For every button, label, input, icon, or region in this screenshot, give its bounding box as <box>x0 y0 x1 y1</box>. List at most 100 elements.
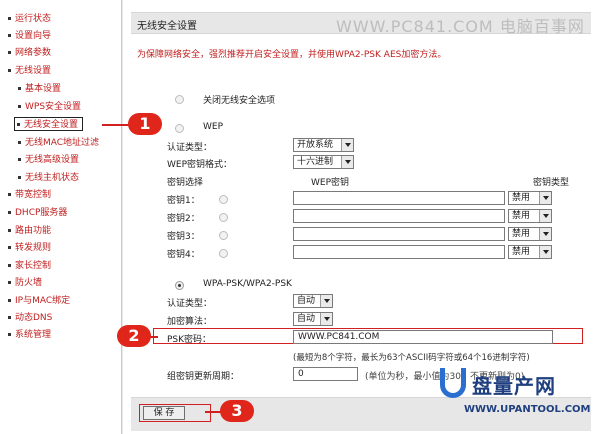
group-key-value: 0 <box>298 369 304 379</box>
sidebar-item-label: DHCP服务器 <box>15 208 68 218</box>
sidebar-item-routing[interactable]: 路由功能 <box>8 224 51 238</box>
watermark-en: WWW.UPANTOOL.COM <box>464 404 591 415</box>
key2-label: 密钥2： <box>167 214 200 224</box>
select-value: 自动 <box>297 296 316 306</box>
group-key-label: 组密钥更新周期： <box>167 372 240 382</box>
wep-radio[interactable] <box>175 124 184 133</box>
sidebar-item-label: WPS安全设置 <box>25 102 82 112</box>
chevron-down-icon <box>341 156 353 168</box>
key3-input[interactable] <box>293 227 505 241</box>
key1-input[interactable] <box>293 191 505 205</box>
key4-radio[interactable] <box>219 249 228 258</box>
sidebar-item-bandwidth[interactable]: 带宽控制 <box>8 188 51 202</box>
sidebar-item-label: 无线MAC地址过滤 <box>25 138 100 148</box>
sidebar-item-wireless[interactable]: 无线设置 <box>8 64 51 78</box>
key4-label: 密钥4： <box>167 250 200 260</box>
chevron-down-icon <box>320 313 332 325</box>
sidebar-item-parental[interactable]: 家长控制 <box>8 259 51 273</box>
sidebar-item-wireless-security[interactable]: 无线安全设置 <box>14 117 84 131</box>
sidebar-item-label: 防火墙 <box>15 278 43 288</box>
sidebar-item-status[interactable]: 运行状态 <box>8 12 51 26</box>
encrypt-algo-select[interactable]: 自动 <box>293 312 333 326</box>
sidebar-item-label: 转发规则 <box>15 243 52 253</box>
save-button[interactable]: 保 存 <box>143 406 185 420</box>
chevron-down-icon <box>539 210 551 222</box>
bullet-icon <box>8 69 11 72</box>
sidebar-item-label: 无线高级设置 <box>25 155 80 165</box>
bullet-icon <box>18 105 21 108</box>
sidebar-item-label: 动态DNS <box>15 313 53 323</box>
bullet-icon <box>8 34 11 37</box>
sidebar-item-label: 路由功能 <box>15 226 52 236</box>
key3-radio[interactable] <box>219 231 228 240</box>
select-value: 十六进制 <box>297 157 334 167</box>
bullet-icon <box>18 176 21 179</box>
key2-type-select[interactable]: 禁用 <box>508 209 552 223</box>
page-title: 无线安全设置 <box>137 21 197 32</box>
sidebar-item-basic[interactable]: 基本设置 <box>18 82 61 96</box>
key2-radio[interactable] <box>219 213 228 222</box>
sidebar-item-ip-mac[interactable]: IP与MAC绑定 <box>8 294 70 308</box>
wep-auth-type-select[interactable]: 开放系统 <box>293 138 354 152</box>
key4-type-select[interactable]: 禁用 <box>508 245 552 259</box>
security-notice: 为保障网络安全，强烈推荐开启安全设置，并使用WPA2-PSK AES加密方法。 <box>137 50 447 60</box>
sidebar-item-firewall[interactable]: 防火墙 <box>8 276 42 290</box>
wep-label: WEP <box>203 122 224 132</box>
bullet-icon <box>8 264 11 267</box>
sidebar-item-label: 家长控制 <box>15 261 52 271</box>
sidebar-item-advanced[interactable]: 无线高级设置 <box>18 153 79 167</box>
bullet-icon <box>8 17 11 20</box>
select-value: 禁用 <box>512 247 531 257</box>
bullet-icon <box>8 211 11 214</box>
wep-key-format-select[interactable]: 十六进制 <box>293 155 354 169</box>
key-type-header: 密钥类型 <box>533 178 570 188</box>
disable-security-label: 关闭无线安全选项 <box>203 96 276 106</box>
annotation-badge-1: 1 <box>128 113 162 135</box>
wpa-auth-type-select[interactable]: 自动 <box>293 294 333 308</box>
bullet-icon <box>8 229 11 232</box>
key4-input[interactable] <box>293 245 505 259</box>
sidebar-item-wps[interactable]: WPS安全设置 <box>18 100 81 114</box>
sidebar-item-ddns[interactable]: 动态DNS <box>8 311 52 325</box>
bullet-icon <box>8 281 11 284</box>
bullet-icon <box>8 246 11 249</box>
disable-security-radio[interactable] <box>175 95 184 104</box>
wpa-psk-label: WPA-PSK/WPA2-PSK <box>203 279 292 289</box>
sidebar-item-label: 设置向导 <box>15 31 52 41</box>
sidebar-item-system[interactable]: 系统管理 <box>8 328 51 342</box>
sidebar-item-host-status[interactable]: 无线主机状态 <box>18 171 79 185</box>
select-value: 自动 <box>297 314 316 324</box>
title-bar: 无线安全设置 WWW.PC841.COM 电脑百事网 <box>131 12 591 36</box>
select-value: 禁用 <box>512 193 531 203</box>
select-value: 开放系统 <box>297 140 334 150</box>
bullet-icon <box>8 316 11 319</box>
chevron-down-icon <box>539 192 551 204</box>
psk-password-input[interactable]: WWW.PC841.COM <box>293 330 553 344</box>
group-key-input[interactable]: 0 <box>293 367 358 381</box>
sidebar-item-label: 无线设置 <box>15 66 52 76</box>
select-value: 禁用 <box>512 229 531 239</box>
sidebar-item-label: 运行状态 <box>15 14 52 24</box>
key1-type-select[interactable]: 禁用 <box>508 191 552 205</box>
sidebar-item-label: IP与MAC绑定 <box>15 296 71 306</box>
key3-type-select[interactable]: 禁用 <box>508 227 552 241</box>
sidebar-item-label: 系统管理 <box>15 330 52 340</box>
sidebar-item-forwarding[interactable]: 转发规则 <box>8 241 51 255</box>
key2-input[interactable] <box>293 209 505 223</box>
sidebar-item-dhcp[interactable]: DHCP服务器 <box>8 206 67 220</box>
bullet-icon <box>8 193 11 196</box>
key1-radio[interactable] <box>219 195 228 204</box>
psk-password-value: WWW.PC841.COM <box>298 332 380 342</box>
watermark-cn: 盘量产网 <box>472 374 556 398</box>
wpa-psk-radio[interactable] <box>175 281 184 290</box>
encrypt-algo-label: 加密算法： <box>167 317 213 327</box>
sidebar-item-label: 无线主机状态 <box>25 173 80 183</box>
sidebar-item-mac-filter[interactable]: 无线MAC地址过滤 <box>18 136 99 150</box>
select-value: 禁用 <box>512 211 531 221</box>
psk-hint: (最短为8个字符，最长为63个ASCII码字符或64个16进制字符) <box>293 353 530 363</box>
wep-auth-type-label: 认证类型： <box>167 143 213 153</box>
bullet-icon <box>18 158 21 161</box>
sidebar-item-label: 带宽控制 <box>15 190 52 200</box>
sidebar-item-wizard[interactable]: 设置向导 <box>8 29 51 43</box>
sidebar-item-network[interactable]: 网络参数 <box>8 46 51 60</box>
